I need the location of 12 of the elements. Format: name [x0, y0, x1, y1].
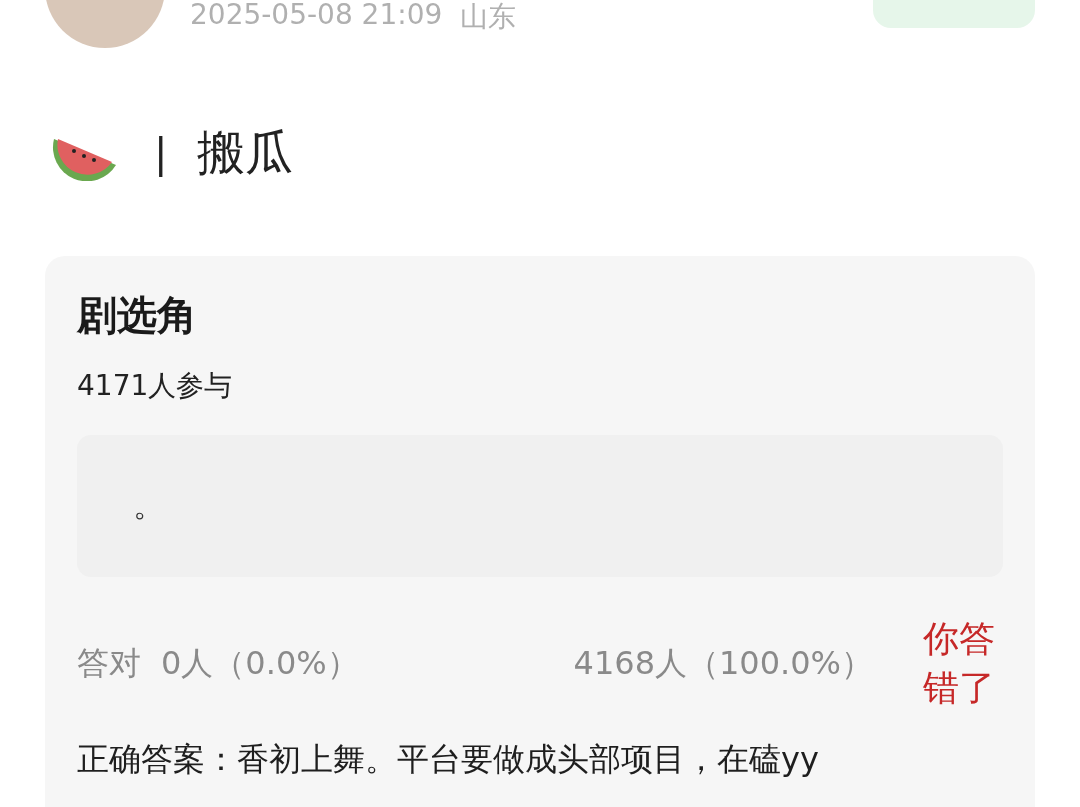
- verdict-text: 你答错了: [923, 617, 996, 710]
- separator: |: [154, 130, 168, 176]
- participant-count: 4171人参与: [77, 368, 234, 404]
- correct-count: 0人（0.0%）: [161, 642, 359, 684]
- quiz-title: 剧选角: [77, 291, 198, 340]
- quiz-option[interactable]: 。: [77, 435, 1003, 577]
- post-location: 山东: [460, 0, 517, 35]
- answer-count: 4168人（100.0%）: [573, 642, 873, 684]
- post-title: 搬瓜: [197, 123, 294, 182]
- correct-label: 答对: [77, 642, 141, 684]
- correct-answer: 正确答案：香初上舞。平台要做成头部项目，在磕yy: [77, 739, 820, 781]
- post-timestamp: 2025-05-08 21:09: [190, 0, 443, 33]
